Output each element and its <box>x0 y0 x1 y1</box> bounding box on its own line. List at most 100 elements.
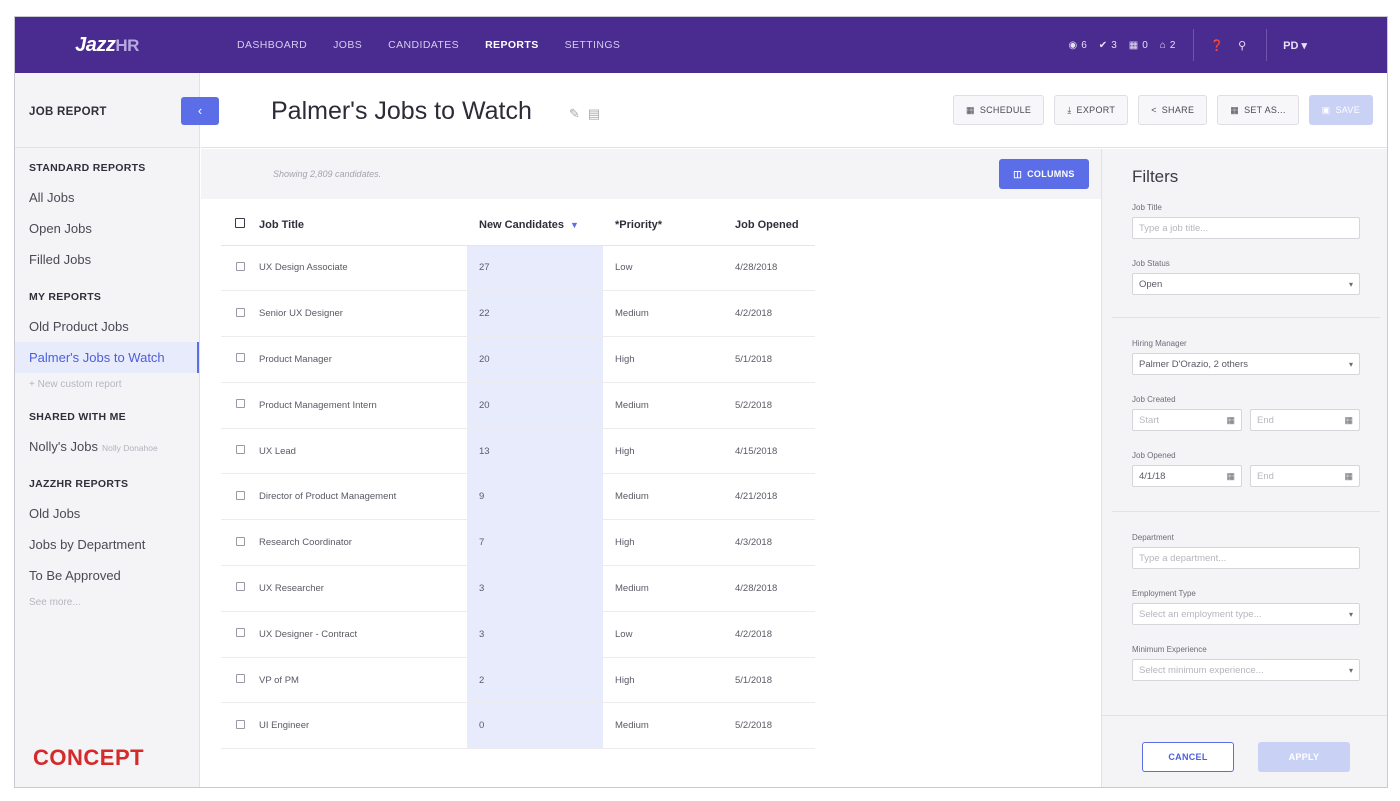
sidebar-item-filled-jobs[interactable]: Filled Jobs <box>15 244 199 275</box>
stat-tasks[interactable]: ✔ 3 <box>1099 40 1117 51</box>
row-checkbox[interactable] <box>235 445 245 455</box>
new-custom-report-link[interactable]: + New custom report <box>15 373 199 397</box>
nav-reports[interactable]: REPORTS <box>485 39 539 51</box>
select-all-cell <box>221 205 259 246</box>
share-button[interactable]: < SHARE <box>1138 95 1208 125</box>
help-icon[interactable]: ❓ <box>1210 39 1224 52</box>
row-checkbox[interactable] <box>235 628 245 638</box>
see-more-link[interactable]: See more... <box>15 591 199 615</box>
minimum-experience-select[interactable]: Select minimum experience... ▾ <box>1132 659 1360 681</box>
row-checkbox[interactable] <box>235 719 245 729</box>
stat-events-count: 0 <box>1142 39 1148 51</box>
user-menu[interactable]: PD ▾ <box>1283 39 1307 52</box>
cell-new-candidates: 20 <box>467 336 603 383</box>
header-job-title[interactable]: Job Title <box>259 205 467 246</box>
table-row[interactable]: UX Designer - Contract 3 Low 4/2/2018 <box>221 611 815 658</box>
job-created-end-input[interactable]: End ▦ <box>1250 409 1360 431</box>
sidebar-item-palmers-jobs[interactable]: Palmer's Jobs to Watch <box>15 342 199 373</box>
sidebar-item-nollys-jobs[interactable]: Nolly's Jobs Nolly Donahoe <box>15 431 199 462</box>
cell-job-title[interactable]: Director of Product Management <box>259 473 467 521</box>
sidebar-item-to-be-approved[interactable]: To Be Approved <box>15 560 199 591</box>
cell-job-title[interactable]: UX Design Associate <box>259 245 467 292</box>
sidebar-item-old-product-jobs[interactable]: Old Product Jobs <box>15 311 199 342</box>
row-checkbox[interactable] <box>235 353 245 363</box>
select-all-checkbox[interactable] <box>235 218 245 229</box>
cancel-button[interactable]: CANCEL <box>1142 742 1234 772</box>
columns-icon: ◫ <box>1013 168 1023 179</box>
sidebar-item-old-jobs[interactable]: Old Jobs <box>15 498 199 529</box>
edit-pencil-icon[interactable]: ✎ <box>569 106 580 122</box>
row-checkbox[interactable] <box>235 536 245 546</box>
cell-job-title[interactable]: Research Coordinator <box>259 519 467 567</box>
stat-messages[interactable]: ⌂ 2 <box>1160 40 1176 51</box>
table-row[interactable]: Product Manager 20 High 5/1/2018 <box>221 336 815 383</box>
sidebar-title: JOB REPORT <box>29 106 107 118</box>
save-button[interactable]: ▣ SAVE <box>1308 95 1373 125</box>
calendar-icon[interactable]: ▦ <box>1344 471 1353 482</box>
collapse-sidebar-button[interactable]: ‹ <box>181 97 219 125</box>
stat-views[interactable]: ◉ 6 <box>1069 40 1087 51</box>
table-row[interactable]: UX Design Associate 27 Low 4/28/2018 <box>221 245 815 292</box>
sort-desc-icon[interactable]: ▼ <box>570 220 579 230</box>
table-row[interactable]: UX Lead 13 High 4/15/2018 <box>221 428 815 475</box>
header-actions: ▦ SCHEDULE ⤓ EXPORT < SHARE ▦ SET AS... ▣ SAV… <box>953 95 1373 125</box>
job-opened-end-input[interactable]: End ▦ <box>1250 465 1360 487</box>
table-row[interactable]: UX Researcher 3 Medium 4/28/2018 <box>221 565 815 612</box>
cell-job-opened: 4/3/2018 <box>723 519 815 567</box>
schedule-button[interactable]: ▦ SCHEDULE <box>953 95 1045 125</box>
sidebar-item-jobs-by-department[interactable]: Jobs by Department <box>15 529 199 560</box>
search-icon[interactable]: ⚲ <box>1238 39 1246 52</box>
export-button[interactable]: ⤓ EXPORT <box>1054 95 1129 125</box>
sidebar-item-open-jobs[interactable]: Open Jobs <box>15 213 199 244</box>
hiring-manager-select[interactable]: Palmer D'Orazio, 2 others ▾ <box>1132 353 1360 375</box>
row-checkbox[interactable] <box>235 582 245 592</box>
calendar-icon[interactable]: ▦ <box>1344 415 1353 426</box>
nav-settings[interactable]: SETTINGS <box>565 39 621 51</box>
table-row[interactable]: UI Engineer 0 Medium 5/2/2018 <box>221 702 815 750</box>
apply-button[interactable]: APPLY <box>1258 742 1350 772</box>
cell-job-title[interactable]: UX Lead <box>259 428 467 475</box>
cell-job-title[interactable]: VP of PM <box>259 657 467 704</box>
calendar-icon[interactable]: ▦ <box>1226 415 1235 426</box>
job-created-start-input[interactable]: Start ▦ <box>1132 409 1242 431</box>
jazzhr-logo[interactable]: JazzHR <box>15 34 199 57</box>
nav-candidates[interactable]: CANDIDATES <box>388 39 459 51</box>
end-placeholder: End <box>1257 470 1274 482</box>
table-row[interactable]: Director of Product Management 9 Medium 4/2… <box>221 473 815 521</box>
cell-job-title[interactable]: UX Designer - Contract <box>259 611 467 658</box>
cell-job-title[interactable]: UI Engineer <box>259 702 467 750</box>
set-as-button[interactable]: ▦ SET AS... <box>1217 95 1299 125</box>
nav-jobs[interactable]: JOBS <box>333 39 362 51</box>
row-checkbox[interactable] <box>235 490 245 500</box>
job-status-select[interactable]: Open ▾ <box>1132 273 1360 295</box>
table-row[interactable]: VP of PM 2 High 5/1/2018 <box>221 657 815 704</box>
cell-job-title[interactable]: Product Management Intern <box>259 382 467 429</box>
sidebar-item-all-jobs[interactable]: All Jobs <box>15 182 199 213</box>
table-row[interactable]: Senior UX Designer 22 Medium 4/2/2018 <box>221 290 815 338</box>
row-checkbox[interactable] <box>235 261 245 271</box>
nav-dashboard[interactable]: DASHBOARD <box>237 39 307 51</box>
table-row[interactable]: Product Management Intern 20 Medium 5/2/201… <box>221 382 815 429</box>
cell-job-opened: 4/21/2018 <box>723 473 815 521</box>
job-opened-start-input[interactable]: 4/1/18 ▦ <box>1132 465 1242 487</box>
table-row[interactable]: Research Coordinator 7 High 4/3/2018 <box>221 519 815 567</box>
cell-job-title[interactable]: Product Manager <box>259 336 467 383</box>
row-checkbox[interactable] <box>235 307 245 317</box>
department-input[interactable]: Type a department... <box>1132 547 1360 569</box>
header-job-opened[interactable]: Job Opened <box>723 205 815 246</box>
columns-button[interactable]: ◫ COLUMNS <box>999 159 1089 189</box>
cell-job-title[interactable]: UX Researcher <box>259 565 467 612</box>
calendar-icon[interactable]: ▦ <box>1226 471 1235 482</box>
header-priority[interactable]: *Priority* <box>603 205 723 246</box>
cell-job-opened: 4/15/2018 <box>723 428 815 475</box>
archive-icon[interactable]: ▤ <box>588 106 600 122</box>
job-title-input[interactable]: Type a job title... <box>1132 217 1360 239</box>
row-checkbox[interactable] <box>235 399 245 409</box>
stat-events[interactable]: ▦ 0 <box>1129 40 1148 51</box>
sidebar: JOB REPORT STANDARD REPORTS All Jobs Ope… <box>15 73 200 787</box>
row-checkbox[interactable] <box>235 674 245 684</box>
header-new-candidates[interactable]: New Candidates ▼ <box>467 205 603 246</box>
employment-type-select[interactable]: Select an employment type... ▾ <box>1132 603 1360 625</box>
filters-footer: CANCEL APPLY <box>1102 715 1387 787</box>
cell-job-title[interactable]: Senior UX Designer <box>259 290 467 338</box>
